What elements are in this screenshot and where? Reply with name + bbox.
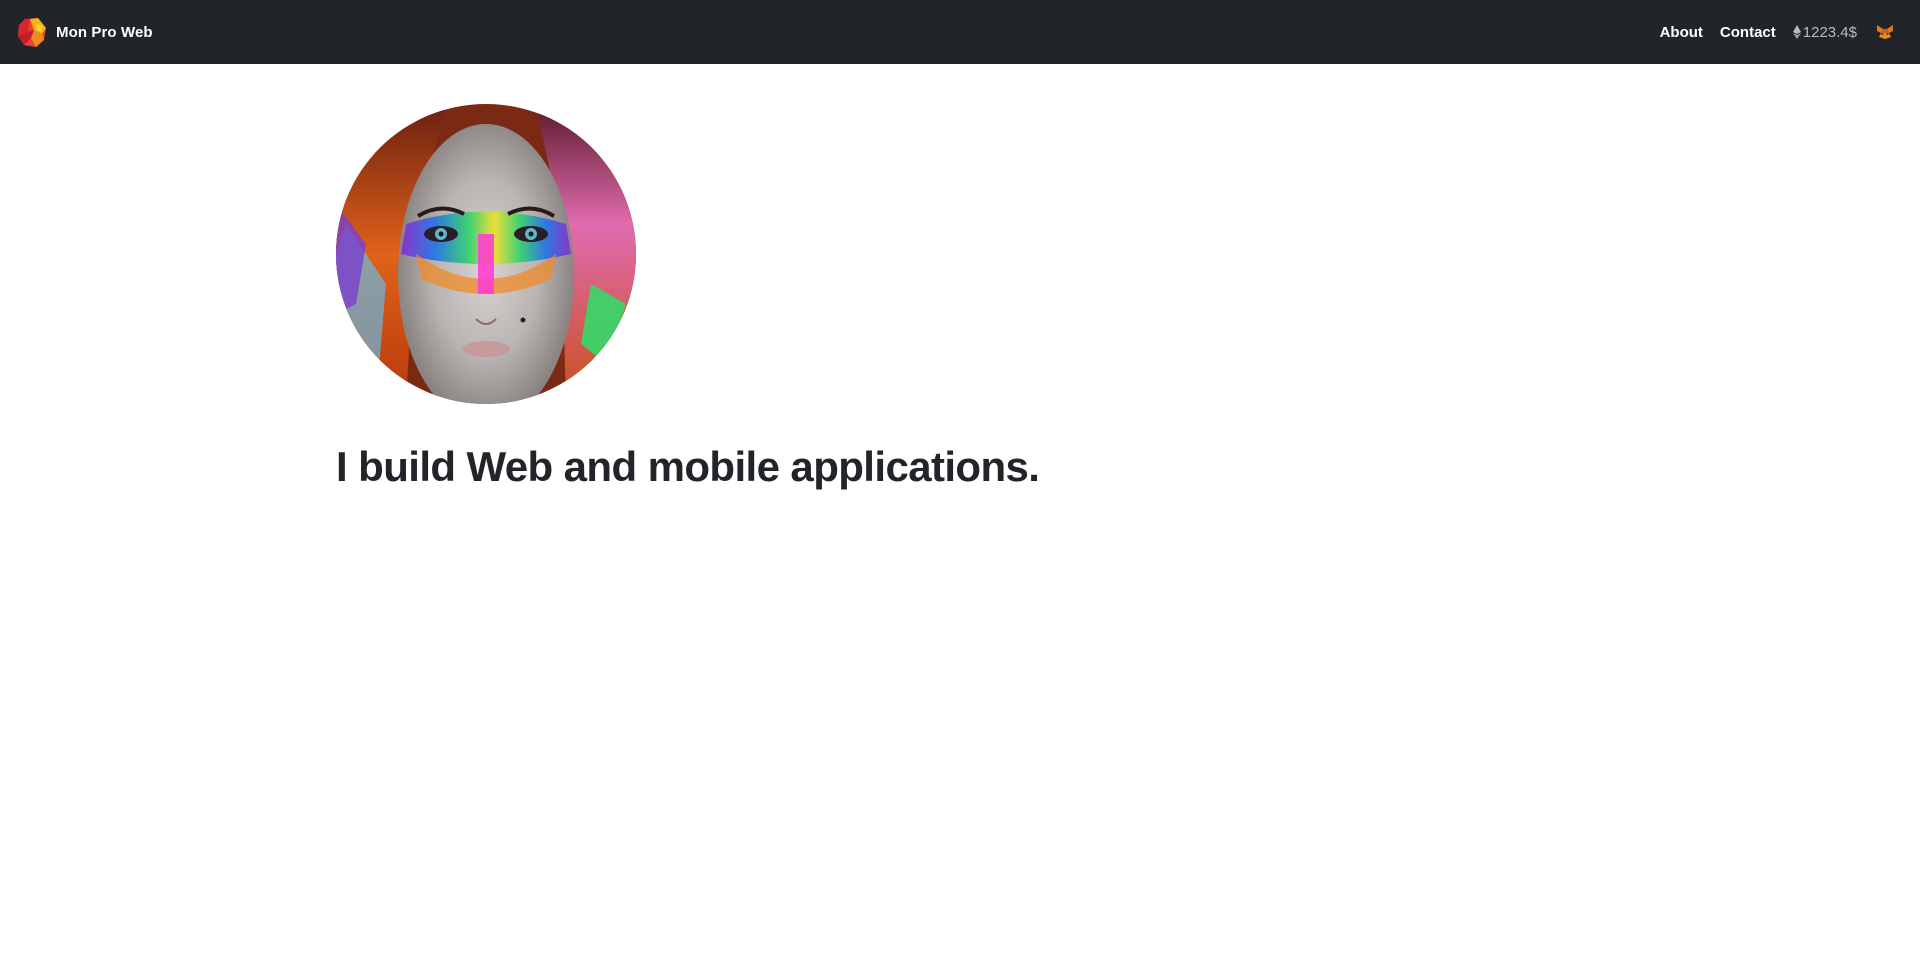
balance-value: 1223.4$ [1802,23,1857,41]
metamask-fox-icon [1876,24,1894,40]
nav-link-about[interactable]: About [1660,24,1703,41]
eth-balance: 1223.4$ [1792,23,1857,41]
nav-link-contact[interactable]: Contact [1720,24,1776,41]
brand-link[interactable]: Mon Pro Web [16,16,153,48]
hero-headline: I build Web and mobile applications. [336,443,1040,490]
main-content: I build Web and mobile applications. [336,104,1584,492]
metamask-wallet-button[interactable] [1876,23,1894,41]
brand-name: Mon Pro Web [56,23,153,41]
brand-logo-icon [16,16,48,48]
top-navbar: Mon Pro Web About Contact 1223.4$ [0,0,1920,64]
nav-right-group: About Contact 1223.4$ [1660,23,1904,41]
profile-avatar [336,104,636,404]
ethereum-icon [1792,25,1801,39]
